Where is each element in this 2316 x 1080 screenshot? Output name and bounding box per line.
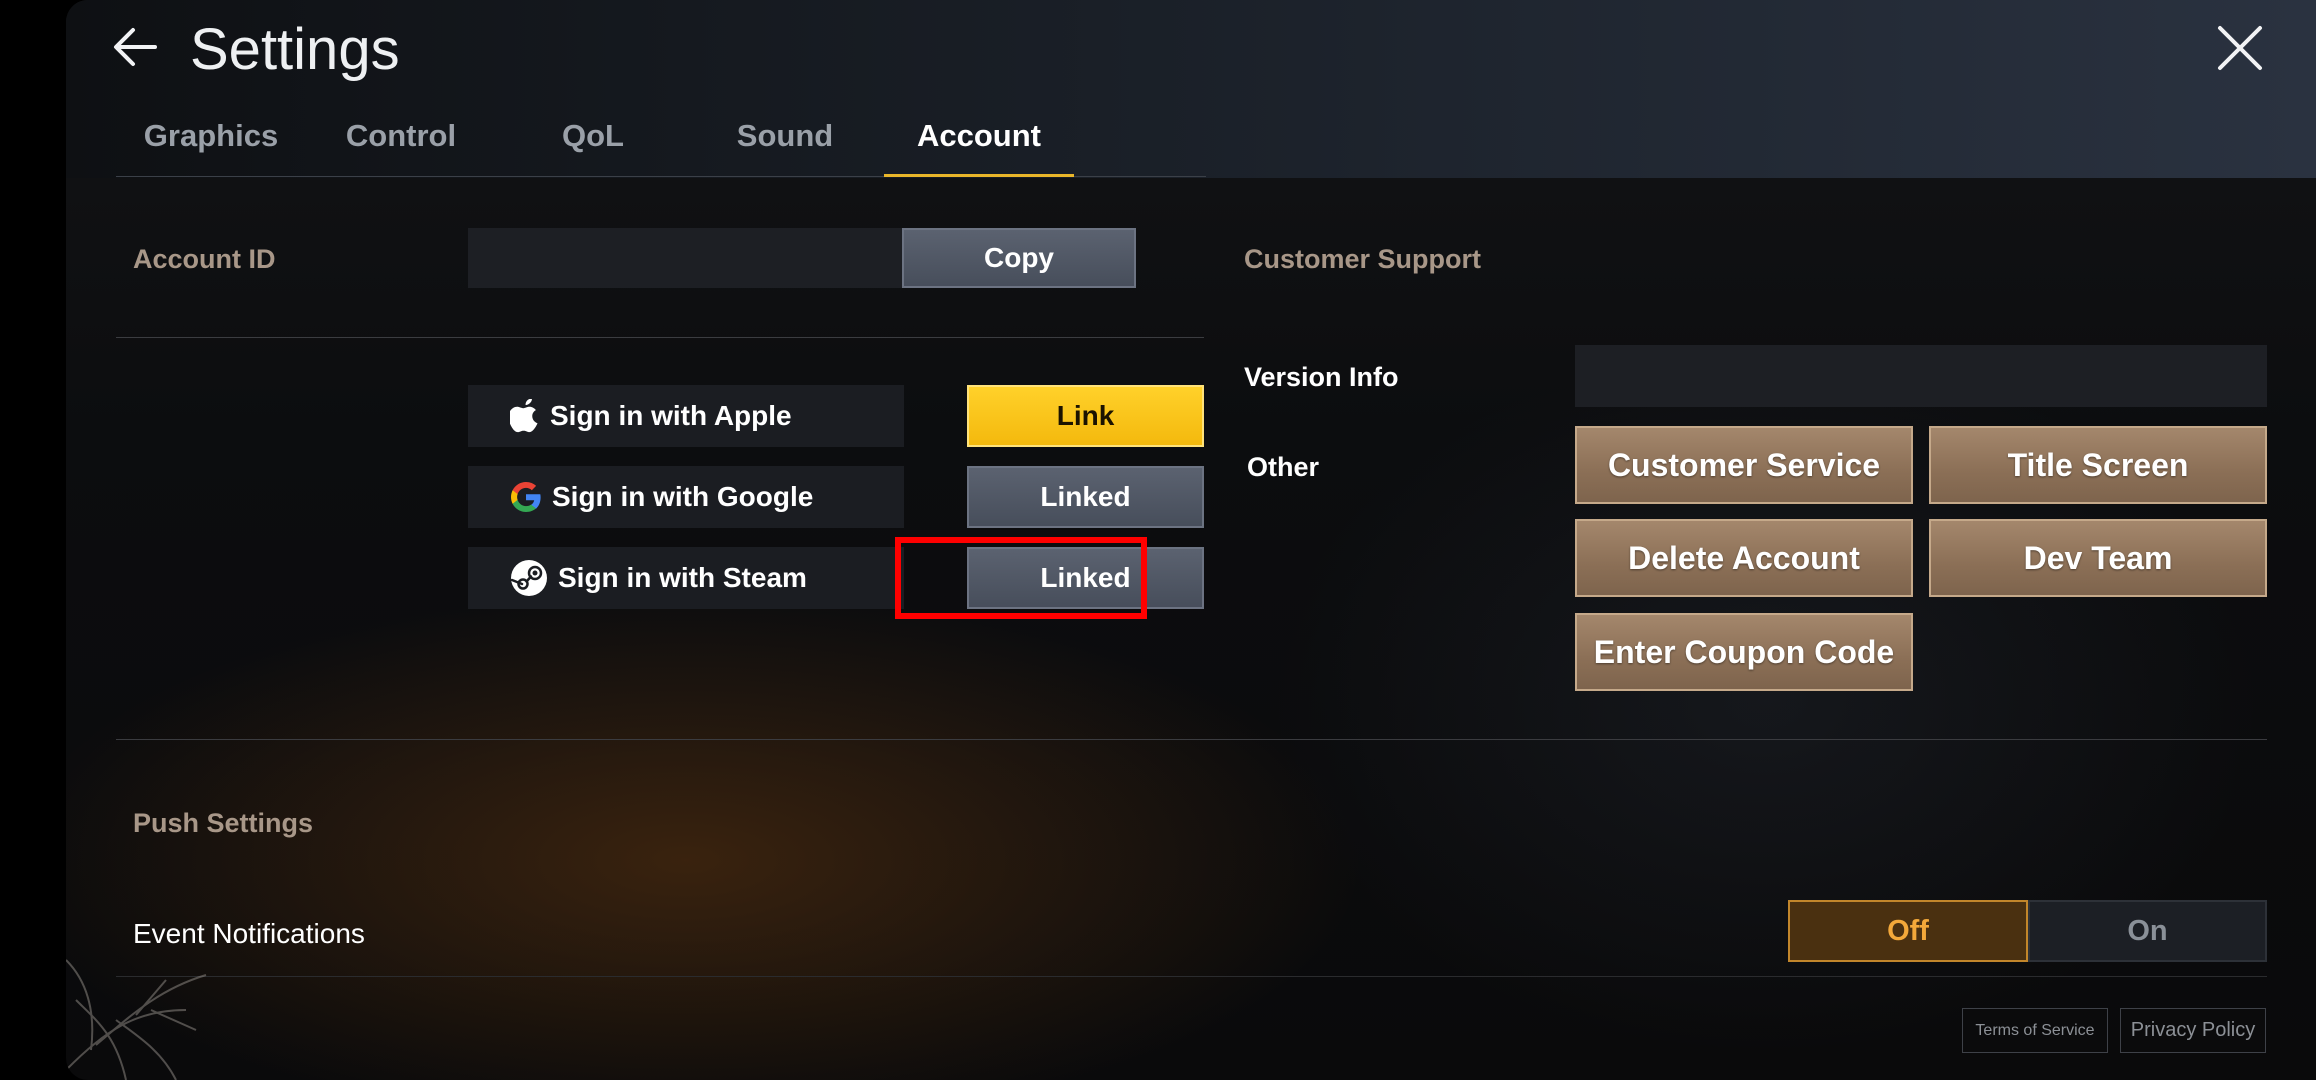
tab-account[interactable]: Account: [884, 118, 1074, 154]
steam-linked-highlight: [895, 537, 1147, 619]
page-title: Settings: [190, 17, 400, 82]
account-id-label: Account ID: [133, 244, 276, 274]
push-divider: [116, 976, 2267, 977]
signin-apple-row: Sign in with Apple: [468, 385, 904, 447]
signin-steam-row: Sign in with Steam: [468, 547, 904, 609]
back-arrow-icon[interactable]: [111, 22, 161, 72]
event-notifications-off-toggle[interactable]: Off: [1788, 900, 2028, 962]
google-icon: [511, 482, 541, 512]
active-tab-underline: [884, 174, 1074, 177]
signin-steam-label: Sign in with Steam: [558, 562, 807, 593]
privacy-policy-link[interactable]: Privacy Policy: [2120, 1008, 2266, 1053]
signin-google-label: Sign in with Google: [552, 481, 814, 512]
account-divider: [116, 337, 1204, 338]
account-id-field: [468, 228, 904, 288]
apple-icon: [510, 399, 538, 433]
steam-icon: [510, 560, 547, 596]
terms-of-service-link[interactable]: Terms of Service: [1962, 1008, 2108, 1053]
delete-account-button[interactable]: Delete Account: [1575, 519, 1913, 597]
tab-qol[interactable]: QoL: [498, 118, 688, 154]
apple-link-button[interactable]: Link: [967, 385, 1204, 447]
enter-coupon-code-button[interactable]: Enter Coupon Code: [1575, 613, 1913, 691]
dev-team-button[interactable]: Dev Team: [1929, 519, 2267, 597]
close-icon[interactable]: [2216, 24, 2264, 72]
tab-graphics[interactable]: Graphics: [116, 118, 306, 154]
customer-support-heading: Customer Support: [1244, 244, 1482, 274]
section-divider: [116, 739, 2267, 740]
google-linked-button[interactable]: Linked: [967, 466, 1204, 528]
settings-panel: Settings Graphics Control QoL Sound Acco…: [66, 0, 2316, 1080]
signin-apple-label: Sign in with Apple: [550, 400, 792, 431]
version-info-field: [1575, 345, 2267, 407]
customer-service-button[interactable]: Customer Service: [1575, 426, 1913, 504]
version-info-label: Version Info: [1244, 362, 1399, 392]
tab-control[interactable]: Control: [306, 118, 496, 154]
other-label: Other: [1247, 452, 1320, 482]
event-notifications-on-toggle[interactable]: On: [2028, 900, 2267, 962]
decorative-branch: [66, 820, 326, 1080]
signin-google-row: Sign in with Google: [468, 466, 904, 528]
title-screen-button[interactable]: Title Screen: [1929, 426, 2267, 504]
tab-sound[interactable]: Sound: [690, 118, 880, 154]
copy-button[interactable]: Copy: [902, 228, 1136, 288]
